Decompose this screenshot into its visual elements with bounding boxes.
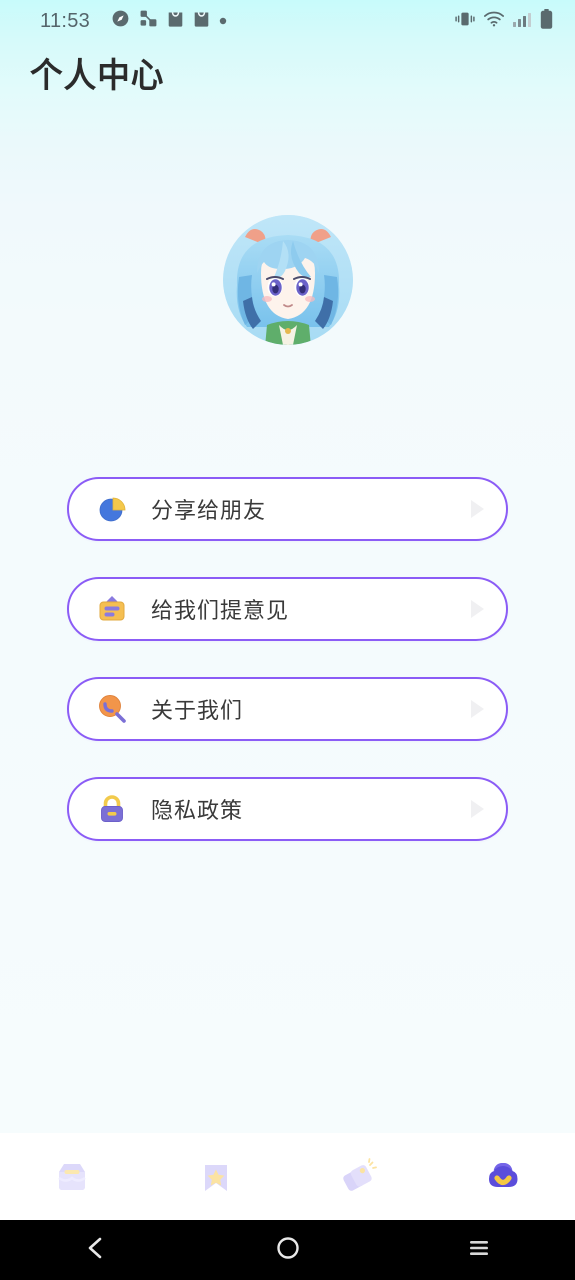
dot-icon bbox=[219, 12, 227, 30]
menu-item-label: 隐私政策 bbox=[151, 799, 244, 824]
signal-icon bbox=[513, 11, 531, 32]
menu-item-privacy[interactable]: 隐私政策 bbox=[67, 777, 508, 841]
status-bar-right bbox=[455, 8, 553, 34]
page-title: 个人中心 bbox=[30, 56, 165, 96]
tab-inbox[interactable] bbox=[0, 1133, 144, 1220]
bookmark-star-icon bbox=[195, 1156, 237, 1198]
chevron-right-icon bbox=[471, 600, 484, 618]
share-pie-icon bbox=[95, 492, 129, 526]
shopping-bag-icon bbox=[193, 9, 210, 33]
menu-item-about[interactable]: 关于我们 bbox=[67, 677, 508, 741]
menu-item-label: 给我们提意见 bbox=[151, 599, 290, 624]
tab-profile[interactable] bbox=[431, 1133, 575, 1220]
status-bar: 11:53 bbox=[0, 0, 575, 42]
menu-item-share[interactable]: 分享给朋友 bbox=[67, 477, 508, 541]
price-tags-icon bbox=[338, 1156, 380, 1198]
chevron-right-icon bbox=[471, 500, 484, 518]
status-bar-left: 11:53 bbox=[40, 9, 227, 33]
hamburger-icon bbox=[466, 1235, 492, 1266]
wifi-icon bbox=[484, 11, 504, 32]
chevron-right-icon bbox=[471, 700, 484, 718]
vibrate-icon bbox=[455, 10, 475, 33]
circle-icon bbox=[275, 1235, 301, 1266]
settings-menu-list: 分享给朋友 给我们提意见 关于我们 隐私政策 bbox=[67, 477, 508, 877]
tab-tags[interactable] bbox=[288, 1133, 432, 1220]
back-button[interactable] bbox=[0, 1220, 192, 1280]
share-network-icon bbox=[139, 9, 158, 33]
feedback-board-icon bbox=[95, 592, 129, 626]
lock-icon bbox=[95, 792, 129, 826]
chevron-left-icon bbox=[83, 1235, 109, 1266]
status-bar-clock: 11:53 bbox=[40, 9, 91, 32]
menu-item-label: 关于我们 bbox=[151, 699, 244, 724]
inbox-box-icon bbox=[51, 1156, 93, 1198]
menu-item-feedback[interactable]: 给我们提意见 bbox=[67, 577, 508, 641]
chevron-right-icon bbox=[471, 800, 484, 818]
magnifier-icon bbox=[95, 692, 129, 726]
phone-screen: 11:53 个人中心 分享给朋友 给我们提意见 关于我们 隐私政策 bbox=[0, 0, 575, 1280]
bottom-tab-bar bbox=[0, 1133, 575, 1220]
cloud-face-icon bbox=[482, 1156, 524, 1198]
tab-favorites[interactable] bbox=[144, 1133, 288, 1220]
battery-icon bbox=[540, 8, 553, 34]
android-navigation-bar bbox=[0, 1220, 575, 1280]
avatar-image bbox=[222, 215, 353, 345]
recents-button[interactable] bbox=[383, 1220, 575, 1280]
compass-icon bbox=[111, 9, 130, 33]
home-button[interactable] bbox=[192, 1220, 384, 1280]
avatar[interactable] bbox=[222, 215, 353, 345]
shopping-bag-icon bbox=[167, 9, 184, 33]
menu-item-label: 分享给朋友 bbox=[151, 499, 267, 524]
